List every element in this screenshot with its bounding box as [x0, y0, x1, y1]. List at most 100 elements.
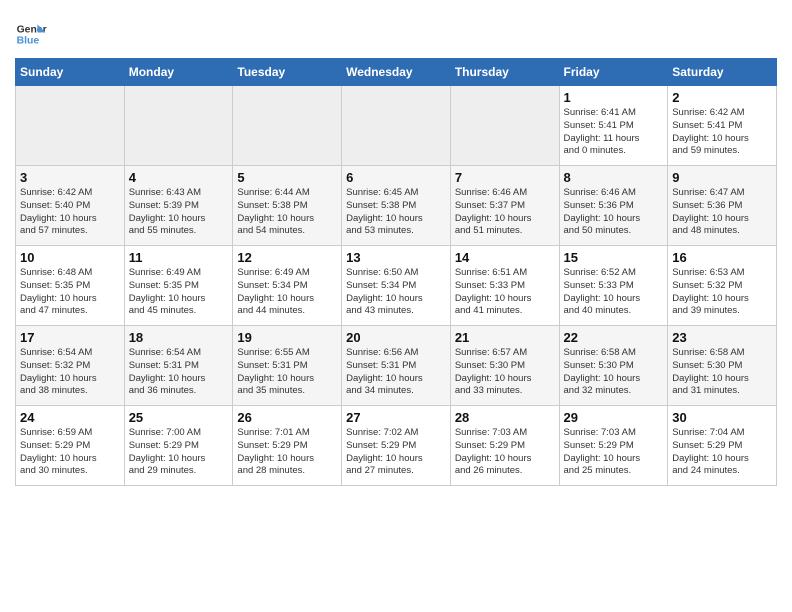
svg-text:Blue: Blue: [17, 36, 40, 47]
weekday-header-wednesday: Wednesday: [342, 59, 451, 86]
day-number: 5: [237, 170, 337, 185]
calendar-cell: 10 Sunrise: 6:48 AM Sunset: 5:35 PM Dayli…: [16, 246, 125, 326]
calendar-cell: 18Sunrise: 6:54 AM Sunset: 5:31 PM Dayli…: [124, 326, 233, 406]
day-info: Sunrise: 7:03 AM Sunset: 5:29 PM Dayligh…: [455, 427, 555, 478]
day-number: 16: [672, 250, 772, 265]
day-number: 29: [564, 410, 664, 425]
calendar-cell: 9Sunrise: 6:47 AM Sunset: 5:36 PM Daylig…: [668, 166, 777, 246]
calendar-cell: 13 Sunrise: 6:50 AM Sunset: 5:34 PM Dayli…: [342, 246, 451, 326]
day-number: 21: [455, 330, 555, 345]
weekday-header-thursday: Thursday: [450, 59, 559, 86]
day-number: 15: [564, 250, 664, 265]
day-info: Sunrise: 6:46 AM Sunset: 5:36 PM Dayligh…: [564, 187, 664, 238]
day-info: Sunrise: 6:44 AM Sunset: 5:38 PM Dayligh…: [237, 187, 337, 238]
day-info: Sunrise: 6:43 AM Sunset: 5:39 PM Dayligh…: [129, 187, 229, 238]
day-number: 4: [129, 170, 229, 185]
day-number: 27: [346, 410, 446, 425]
day-number: 22: [564, 330, 664, 345]
day-info: Sunrise: 7:01 AM Sunset: 5:29 PM Dayligh…: [237, 427, 337, 478]
calendar-cell: 25Sunrise: 7:00 AM Sunset: 5:29 PM Dayli…: [124, 406, 233, 486]
calendar-cell: 2 Sunrise: 6:42 AM Sunset: 5:41 PM Daylig…: [668, 86, 777, 166]
weekday-header-saturday: Saturday: [668, 59, 777, 86]
day-number: 17: [20, 330, 120, 345]
calendar-cell: 12 Sunrise: 6:49 AM Sunset: 5:34 PM Dayli…: [233, 246, 342, 326]
day-info: Sunrise: 6:49 AM Sunset: 5:34 PM Dayligh…: [237, 267, 337, 318]
day-number: 24: [20, 410, 120, 425]
calendar-table: SundayMondayTuesdayWednesdayThursdayFrid…: [15, 58, 777, 486]
calendar-cell: 3 Sunrise: 6:42 AM Sunset: 5:40 PM Daylig…: [16, 166, 125, 246]
day-info: Sunrise: 6:53 AM Sunset: 5:32 PM Dayligh…: [672, 267, 772, 318]
day-info: Sunrise: 6:42 AM Sunset: 5:41 PM Dayligh…: [672, 107, 772, 158]
calendar-cell: 29 Sunrise: 7:03 AM Sunset: 5:29 PM Dayli…: [559, 406, 668, 486]
day-info: Sunrise: 6:59 AM Sunset: 5:29 PM Dayligh…: [20, 427, 120, 478]
day-number: 2: [672, 90, 772, 105]
calendar-week-2: 3 Sunrise: 6:42 AM Sunset: 5:40 PM Daylig…: [16, 166, 777, 246]
calendar-cell: [450, 86, 559, 166]
day-number: 13: [346, 250, 446, 265]
day-number: 28: [455, 410, 555, 425]
day-info: Sunrise: 6:42 AM Sunset: 5:40 PM Dayligh…: [20, 187, 120, 238]
calendar-cell: 14Sunrise: 6:51 AM Sunset: 5:33 PM Dayli…: [450, 246, 559, 326]
weekday-header-monday: Monday: [124, 59, 233, 86]
calendar-cell: 6 Sunrise: 6:45 AM Sunset: 5:38 PM Daylig…: [342, 166, 451, 246]
calendar-cell: 23 Sunrise: 6:58 AM Sunset: 5:30 PM Dayli…: [668, 326, 777, 406]
day-number: 12: [237, 250, 337, 265]
calendar-week-1: 1 Sunrise: 6:41 AM Sunset: 5:41 PM Daylig…: [16, 86, 777, 166]
day-info: Sunrise: 6:56 AM Sunset: 5:31 PM Dayligh…: [346, 347, 446, 398]
calendar-cell: 5 Sunrise: 6:44 AM Sunset: 5:38 PM Daylig…: [233, 166, 342, 246]
day-number: 10: [20, 250, 120, 265]
day-info: Sunrise: 6:47 AM Sunset: 5:36 PM Dayligh…: [672, 187, 772, 238]
day-info: Sunrise: 6:45 AM Sunset: 5:38 PM Dayligh…: [346, 187, 446, 238]
day-number: 26: [237, 410, 337, 425]
calendar-cell: 11 Sunrise: 6:49 AM Sunset: 5:35 PM Dayli…: [124, 246, 233, 326]
calendar-cell: 21 Sunrise: 6:57 AM Sunset: 5:30 PM Dayli…: [450, 326, 559, 406]
day-number: 18: [129, 330, 229, 345]
day-number: 3: [20, 170, 120, 185]
day-info: Sunrise: 6:51 AM Sunset: 5:33 PM Dayligh…: [455, 267, 555, 318]
calendar-cell: 20 Sunrise: 6:56 AM Sunset: 5:31 PM Dayli…: [342, 326, 451, 406]
day-info: Sunrise: 6:52 AM Sunset: 5:33 PM Dayligh…: [564, 267, 664, 318]
day-info: Sunrise: 6:54 AM Sunset: 5:32 PM Dayligh…: [20, 347, 120, 398]
calendar-cell: 30Sunrise: 7:04 AM Sunset: 5:29 PM Dayli…: [668, 406, 777, 486]
calendar-cell: 7 Sunrise: 6:46 AM Sunset: 5:37 PM Daylig…: [450, 166, 559, 246]
day-number: 19: [237, 330, 337, 345]
weekday-header-friday: Friday: [559, 59, 668, 86]
day-info: Sunrise: 6:58 AM Sunset: 5:30 PM Dayligh…: [564, 347, 664, 398]
calendar-cell: 17 Sunrise: 6:54 AM Sunset: 5:32 PM Dayli…: [16, 326, 125, 406]
calendar-week-4: 17 Sunrise: 6:54 AM Sunset: 5:32 PM Dayli…: [16, 326, 777, 406]
calendar-cell: 26 Sunrise: 7:01 AM Sunset: 5:29 PM Dayli…: [233, 406, 342, 486]
day-number: 7: [455, 170, 555, 185]
calendar-cell: [16, 86, 125, 166]
calendar-cell: [342, 86, 451, 166]
calendar-cell: 22 Sunrise: 6:58 AM Sunset: 5:30 PM Dayli…: [559, 326, 668, 406]
day-number: 23: [672, 330, 772, 345]
day-info: Sunrise: 6:58 AM Sunset: 5:30 PM Dayligh…: [672, 347, 772, 398]
calendar-week-5: 24 Sunrise: 6:59 AM Sunset: 5:29 PM Dayli…: [16, 406, 777, 486]
day-info: Sunrise: 6:46 AM Sunset: 5:37 PM Dayligh…: [455, 187, 555, 238]
day-info: Sunrise: 6:55 AM Sunset: 5:31 PM Dayligh…: [237, 347, 337, 398]
header: General Blue: [15, 10, 777, 50]
day-number: 1: [564, 90, 664, 105]
day-number: 20: [346, 330, 446, 345]
calendar-cell: 27 Sunrise: 7:02 AM Sunset: 5:29 PM Dayli…: [342, 406, 451, 486]
day-number: 6: [346, 170, 446, 185]
calendar-cell: 1 Sunrise: 6:41 AM Sunset: 5:41 PM Daylig…: [559, 86, 668, 166]
day-info: Sunrise: 7:03 AM Sunset: 5:29 PM Dayligh…: [564, 427, 664, 478]
calendar-cell: 16 Sunrise: 6:53 AM Sunset: 5:32 PM Dayli…: [668, 246, 777, 326]
day-info: Sunrise: 6:49 AM Sunset: 5:35 PM Dayligh…: [129, 267, 229, 318]
day-info: Sunrise: 6:41 AM Sunset: 5:41 PM Dayligh…: [564, 107, 664, 158]
weekday-header-row: SundayMondayTuesdayWednesdayThursdayFrid…: [16, 59, 777, 86]
day-info: Sunrise: 7:04 AM Sunset: 5:29 PM Dayligh…: [672, 427, 772, 478]
calendar-cell: 15 Sunrise: 6:52 AM Sunset: 5:33 PM Dayli…: [559, 246, 668, 326]
calendar-cell: [233, 86, 342, 166]
day-info: Sunrise: 7:00 AM Sunset: 5:29 PM Dayligh…: [129, 427, 229, 478]
day-info: Sunrise: 6:50 AM Sunset: 5:34 PM Dayligh…: [346, 267, 446, 318]
day-info: Sunrise: 6:48 AM Sunset: 5:35 PM Dayligh…: [20, 267, 120, 318]
day-info: Sunrise: 7:02 AM Sunset: 5:29 PM Dayligh…: [346, 427, 446, 478]
calendar-cell: 28 Sunrise: 7:03 AM Sunset: 5:29 PM Dayli…: [450, 406, 559, 486]
calendar-cell: 4 Sunrise: 6:43 AM Sunset: 5:39 PM Daylig…: [124, 166, 233, 246]
day-info: Sunrise: 6:57 AM Sunset: 5:30 PM Dayligh…: [455, 347, 555, 398]
calendar-cell: [124, 86, 233, 166]
day-number: 11: [129, 250, 229, 265]
logo: General Blue: [15, 18, 47, 50]
